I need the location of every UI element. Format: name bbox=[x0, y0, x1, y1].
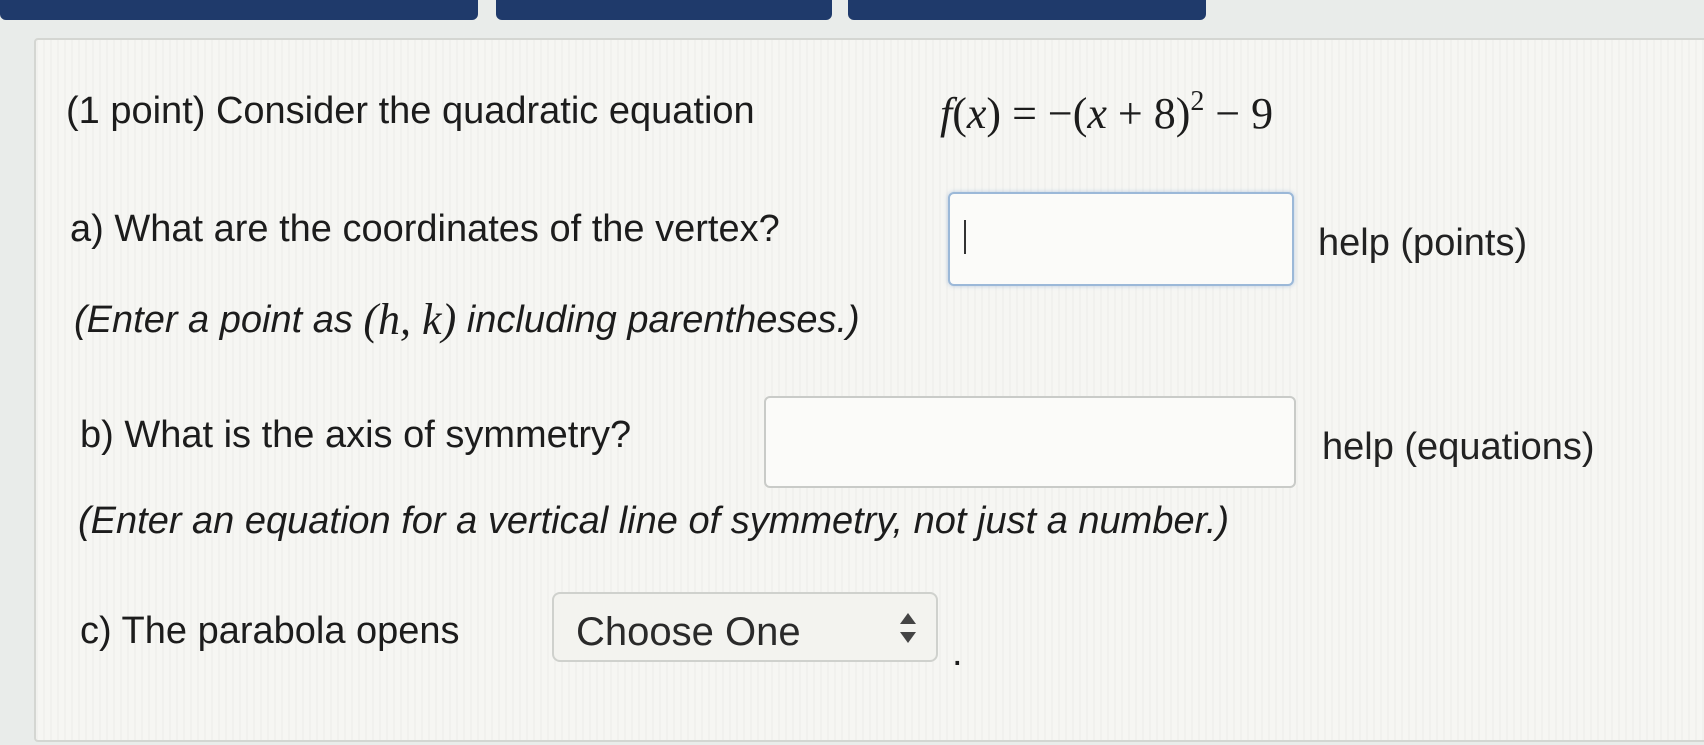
part-a-question: a) What are the coordinates of the verte… bbox=[70, 208, 780, 250]
axis-of-symmetry-input[interactable] bbox=[764, 396, 1296, 488]
help-equations-link[interactable]: help (equations) bbox=[1322, 426, 1595, 469]
eq-equals: ) = −( bbox=[986, 89, 1088, 138]
part-c-question: c) The parabola opens bbox=[80, 610, 460, 652]
part-b-note: (Enter an equation for a vertical line o… bbox=[78, 500, 1230, 542]
eq-x2: x bbox=[1087, 89, 1107, 138]
text-caret bbox=[964, 220, 966, 254]
vertex-input[interactable] bbox=[948, 192, 1294, 286]
top-tab-3[interactable] bbox=[848, 0, 1206, 20]
part-a-note: (Enter a point as (h, k) including paren… bbox=[74, 298, 860, 342]
select-updown-icon bbox=[900, 613, 916, 643]
point-hk-math: (h, k) bbox=[363, 295, 457, 344]
part-a-note-after: including parentheses.) bbox=[466, 299, 860, 341]
select-value: Choose One bbox=[576, 610, 801, 654]
top-tab-2[interactable] bbox=[496, 0, 832, 20]
part-a-note-before: (Enter a point as bbox=[74, 299, 353, 341]
eq-f: f bbox=[940, 89, 953, 138]
top-tab-1[interactable] bbox=[0, 0, 478, 20]
math-k: k bbox=[422, 295, 442, 344]
problem-intro: (1 point) Consider the quadratic equatio… bbox=[66, 92, 755, 130]
eq-exponent: 2 bbox=[1190, 86, 1205, 117]
part-b-question: b) What is the axis of symmetry? bbox=[80, 414, 632, 456]
eq-minus: − 9 bbox=[1204, 89, 1274, 138]
opens-direction-select[interactable]: Choose One bbox=[552, 592, 938, 662]
quadratic-equation: f(x) = −(x + 8)2 − 9 bbox=[940, 86, 1274, 138]
eq-plus: + 8) bbox=[1106, 89, 1191, 138]
problem-intro-text: (1 point) Consider the quadratic equatio… bbox=[66, 90, 755, 132]
eq-x: x bbox=[966, 89, 987, 138]
part-c-period: . bbox=[952, 632, 963, 674]
math-h: h bbox=[378, 295, 401, 344]
help-points-link[interactable]: help (points) bbox=[1318, 222, 1527, 265]
